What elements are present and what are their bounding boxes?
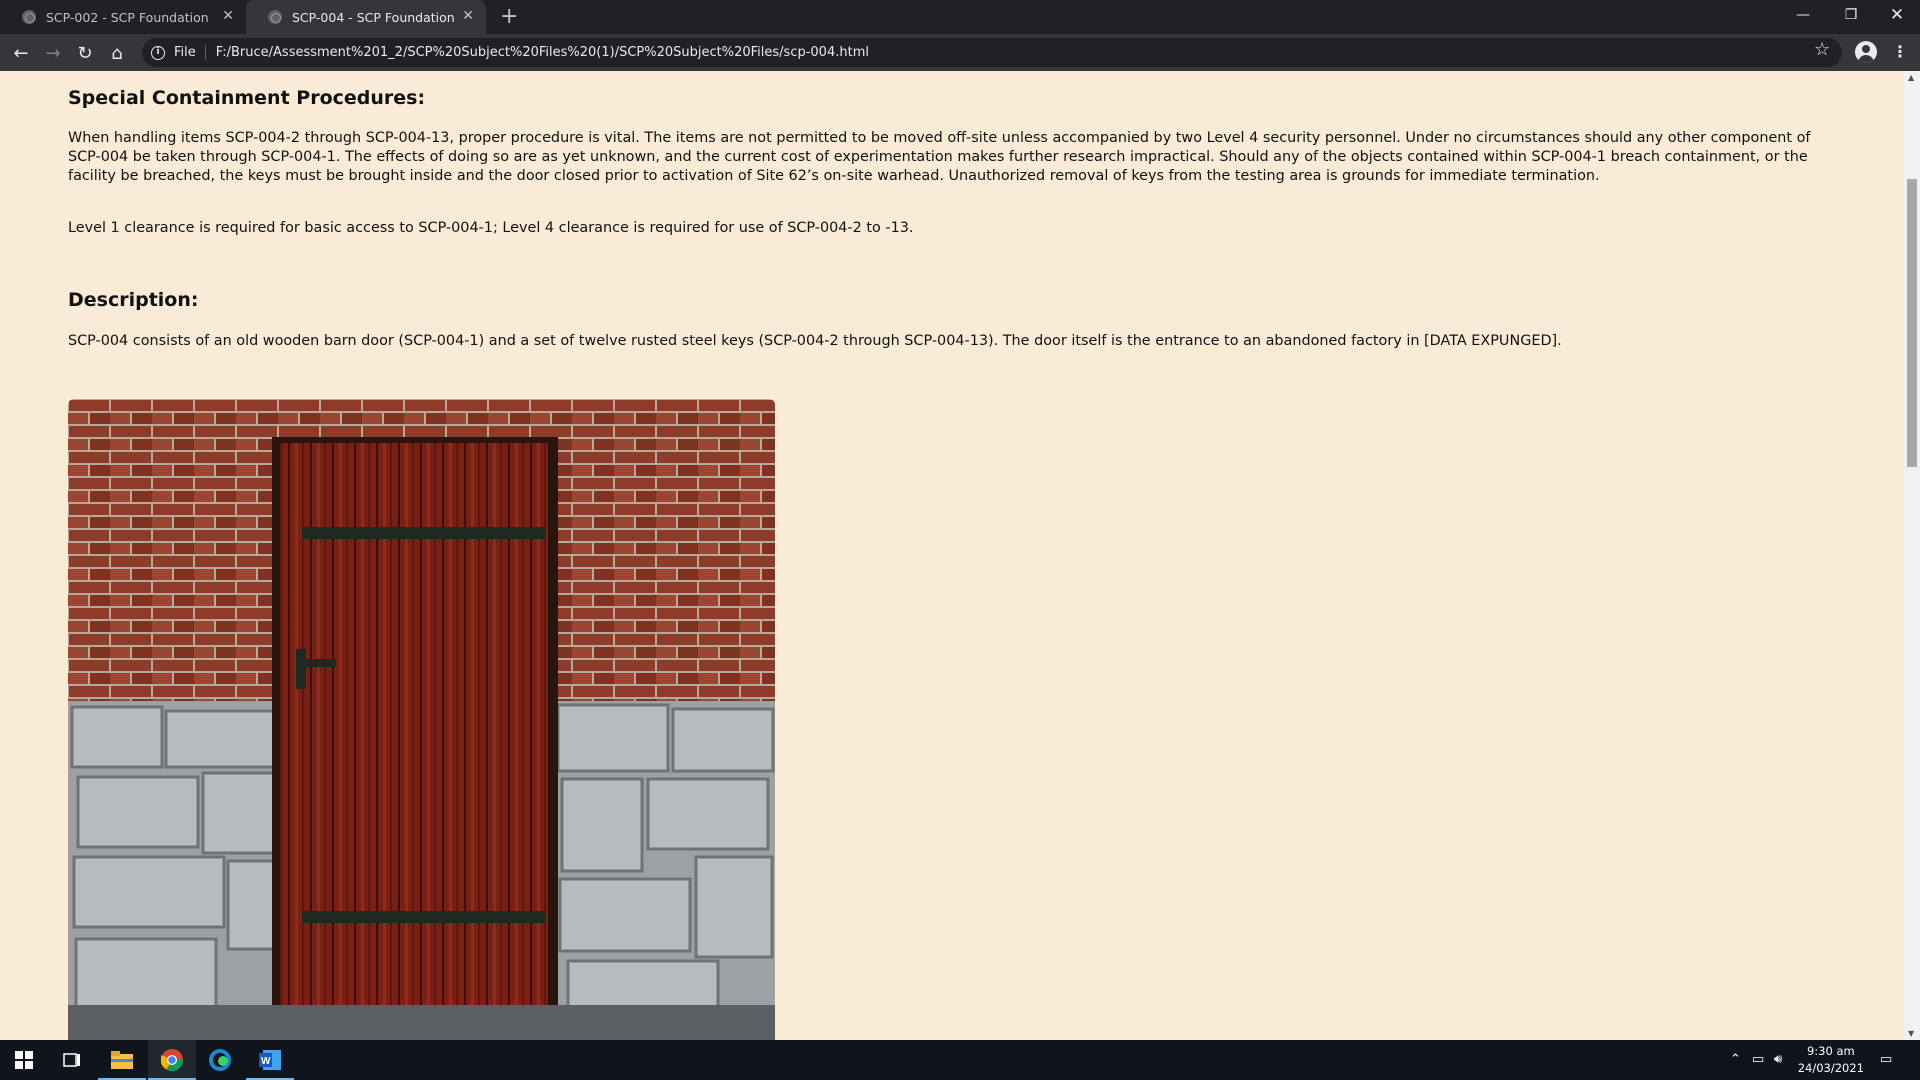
clock-time: 9:30 am [1806,1044,1855,1058]
scroll-down-arrow-icon[interactable]: ▼ [1908,1029,1914,1038]
tab-title: SCP-002 - SCP Foundation [46,9,209,25]
tab-scp-004[interactable]: SCP-004 - SCP Foundation ✕ [246,0,486,34]
task-view-button[interactable] [48,1040,96,1080]
svg-text:W: W [261,1056,271,1067]
system-clock[interactable]: 9:30 am 24/03/2021 [1798,1043,1864,1077]
door-photo [68,399,775,1040]
menu-kebab-icon[interactable]: ⋮ [1892,42,1908,61]
word-icon: W [259,1050,281,1070]
edge-button[interactable] [196,1040,244,1080]
bookmark-star-icon[interactable]: ☆ [1814,39,1830,60]
close-window-button[interactable]: ✕ [1874,0,1920,30]
page-viewport: Special Containment Procedures: When han… [0,71,1904,1040]
start-button[interactable] [0,1040,48,1080]
reload-icon[interactable]: ↻ [72,40,98,66]
scroll-up-arrow-icon[interactable]: ▲ [1908,73,1914,82]
globe-icon [22,10,36,24]
chrome-icon [161,1049,183,1071]
profile-avatar-icon[interactable] [1855,41,1877,63]
forward-arrow-icon[interactable]: → [40,40,66,66]
globe-icon [268,10,282,24]
browser-toolbar: ← → ↻ ⌂ i File F:/Bruce/Assessment%201_2… [0,34,1920,71]
tab-scp-002[interactable]: SCP-002 - SCP Foundation ✕ [0,0,246,34]
new-tab-button[interactable]: + [500,4,518,29]
windows-taskbar: W ⌃ ▭ 🔊︎ 9:30 am 24/03/2021 ▭ [0,1040,1920,1080]
scrollbar-thumb[interactable] [1907,179,1917,467]
description-paragraph-1: SCP-004 consists of an old wooden barn d… [68,333,1562,349]
network-icon[interactable]: ▭ [1752,1052,1764,1067]
restore-button[interactable]: ❐ [1828,0,1874,30]
task-view-icon [63,1053,80,1067]
close-tab-icon[interactable]: ✕ [222,8,234,24]
url-text[interactable]: F:/Bruce/Assessment%201_2/SCP%20Subject%… [216,45,869,60]
minimize-button[interactable]: — [1780,0,1826,30]
folder-icon [111,1051,133,1069]
tab-title: SCP-004 - SCP Foundation [292,9,455,25]
info-icon[interactable]: i [151,45,165,60]
tab-strip: SCP-002 - SCP Foundation ✕ SCP-004 - SCP… [0,0,1920,34]
description-heading: Description: [68,289,199,311]
url-scheme: File [174,45,206,60]
procedures-paragraph-2: Level 1 clearance is required for basic … [68,220,914,236]
chrome-button[interactable] [148,1040,196,1080]
file-explorer-button[interactable] [98,1040,146,1080]
vertical-scrollbar[interactable]: ▲ ▼ [1904,71,1920,1040]
windows-logo-icon [15,1051,33,1069]
word-button[interactable]: W [246,1040,294,1080]
back-arrow-icon[interactable]: ← [8,40,34,66]
home-icon[interactable]: ⌂ [104,40,130,66]
procedures-heading: Special Containment Procedures: [68,87,426,109]
edge-icon [209,1049,231,1071]
clock-date: 24/03/2021 [1797,1061,1864,1075]
volume-icon[interactable]: 🔊︎ [1774,1052,1782,1067]
address-bar[interactable]: i File F:/Bruce/Assessment%201_2/SCP%20S… [142,38,1842,67]
procedures-paragraph-1: When handling items SCP-004-2 through SC… [68,130,1811,184]
notification-icon[interactable]: ▭ [1880,1052,1892,1067]
close-tab-icon[interactable]: ✕ [462,8,474,24]
show-hidden-icons-chevron[interactable]: ⌃ [1730,1052,1741,1067]
